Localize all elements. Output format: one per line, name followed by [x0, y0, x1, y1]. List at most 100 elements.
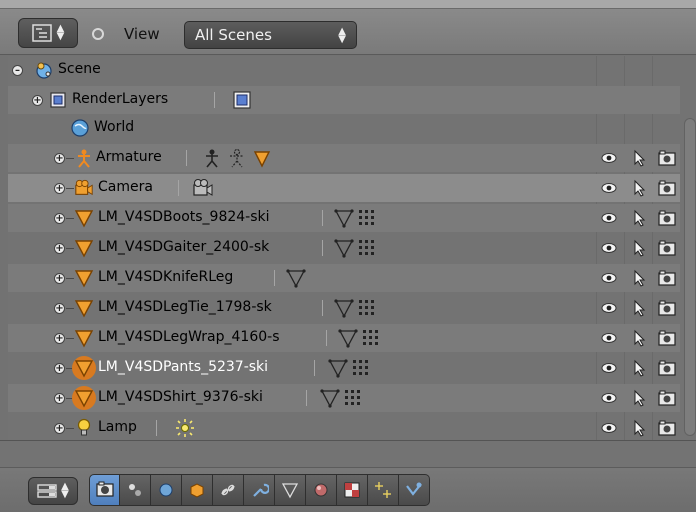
tree-row-renderlayers[interactable]: RenderLayers [8, 86, 680, 114]
visibility-eye-icon[interactable] [600, 149, 618, 167]
render-layers-tab[interactable] [120, 474, 151, 506]
mesh-data-icon[interactable] [286, 268, 306, 288]
child-icons [286, 267, 306, 289]
tree-row-mesh[interactable]: LM_V4SDGaiter_2400-sk [8, 234, 680, 262]
expand-toggle[interactable] [54, 183, 65, 194]
expand-toggle[interactable] [54, 243, 65, 254]
data-tab[interactable] [275, 474, 306, 506]
renderable-camera-icon[interactable] [658, 149, 676, 167]
tree-row-mesh[interactable]: LM_V4SDBoots_9824-ski [8, 204, 680, 232]
vertex-groups-icon[interactable] [362, 328, 382, 348]
mesh-data-icon[interactable] [334, 208, 354, 228]
selectable-arrow-icon[interactable] [630, 359, 648, 377]
tree-row-camera[interactable]: Camera [8, 174, 680, 202]
mesh-data-icon[interactable] [334, 238, 354, 258]
camera-data-icon[interactable] [192, 178, 214, 198]
tree-row-mesh[interactable]: LM_V4SDKnifeRLeg [8, 264, 680, 292]
tree-row-armature[interactable]: Armature [8, 144, 680, 172]
vertex-groups-icon[interactable] [358, 238, 378, 258]
expand-toggle[interactable] [54, 393, 65, 404]
mesh-data-icon[interactable] [320, 388, 340, 408]
mesh-icon[interactable] [252, 148, 272, 168]
render-tab[interactable] [89, 474, 120, 506]
selectable-arrow-icon[interactable] [630, 149, 648, 167]
mesh-icon [74, 270, 94, 288]
renderable-camera-icon[interactable] [658, 419, 676, 437]
selectable-arrow-icon[interactable] [630, 179, 648, 197]
visibility-eye-icon[interactable] [600, 389, 618, 407]
renderable-camera-icon[interactable] [658, 299, 676, 317]
expand-toggle[interactable] [54, 423, 65, 434]
renderable-camera-icon[interactable] [658, 239, 676, 257]
world-tab[interactable] [182, 474, 213, 506]
material-tab[interactable] [306, 474, 337, 506]
selectable-arrow-icon[interactable] [630, 389, 648, 407]
vertex-groups-icon[interactable] [358, 208, 378, 228]
tree-row-world[interactable]: World [8, 114, 680, 142]
renderable-camera-icon[interactable] [658, 209, 676, 227]
renderable-camera-icon[interactable] [658, 389, 676, 407]
tree-row-scene[interactable]: Scene [8, 56, 680, 84]
view-menu[interactable]: View [124, 25, 160, 43]
texture-tab[interactable] [337, 474, 368, 506]
expand-toggle[interactable] [32, 95, 43, 106]
armature-data-icon[interactable] [202, 148, 222, 168]
tree-row-mesh[interactable]: LM_V4SDLegTie_1798-sk [8, 294, 680, 322]
visibility-eye-icon[interactable] [600, 269, 618, 287]
pose-icon[interactable] [226, 148, 248, 168]
separator [326, 330, 327, 346]
particles-tab[interactable] [368, 474, 399, 506]
editor-type-button[interactable]: ▲ ▼ [28, 477, 78, 505]
editor-type-button[interactable]: ▲ ▼ [18, 18, 78, 48]
tree-row-mesh-highlighted[interactable]: LM_V4SDShirt_9376-ski [8, 384, 680, 412]
tree-row-mesh-highlighted[interactable]: LM_V4SDPants_5237-ski [8, 354, 680, 382]
render-layer-icon[interactable] [232, 90, 252, 110]
selectable-arrow-icon[interactable] [630, 329, 648, 347]
lamp-data-icon[interactable] [174, 418, 196, 438]
expand-toggle[interactable] [54, 273, 65, 284]
renderable-camera-icon[interactable] [658, 179, 676, 197]
scene-tab[interactable] [151, 474, 182, 506]
display-mode-dropdown[interactable]: All Scenes ▲ ▼ [184, 21, 357, 49]
vertex-groups-icon[interactable] [344, 388, 364, 408]
renderable-camera-icon[interactable] [658, 359, 676, 377]
tree-item-label: LM_V4SDKnifeRLeg [98, 269, 234, 285]
renderable-camera-icon[interactable] [658, 269, 676, 287]
mesh-data-icon[interactable] [328, 358, 348, 378]
lamp-icon [77, 418, 91, 436]
tree-row-mesh[interactable]: LM_V4SDLegWrap_4160-s [8, 324, 680, 352]
visibility-eye-icon[interactable] [600, 359, 618, 377]
expand-toggle[interactable] [54, 303, 65, 314]
visibility-eye-icon[interactable] [600, 239, 618, 257]
selectable-arrow-icon[interactable] [630, 209, 648, 227]
vertical-scrollbar[interactable] [684, 118, 696, 436]
vertex-groups-icon[interactable] [358, 298, 378, 318]
tree-row-lamp[interactable]: Lamp [8, 414, 680, 442]
particles-icon [375, 482, 391, 498]
modifiers-tab[interactable] [244, 474, 275, 506]
collapse-toggle[interactable] [12, 65, 23, 76]
mesh-data-icon[interactable] [334, 298, 354, 318]
mesh-data-icon[interactable] [338, 328, 358, 348]
mesh-icon [74, 210, 94, 228]
selectable-arrow-icon[interactable] [630, 419, 648, 437]
physics-tab[interactable] [399, 474, 430, 506]
renderable-camera-icon[interactable] [658, 329, 676, 347]
visibility-eye-icon[interactable] [600, 329, 618, 347]
expand-toggle[interactable] [54, 153, 65, 164]
mesh-icon [74, 360, 94, 378]
collapse-menus-icon[interactable] [92, 28, 104, 40]
constraints-tab[interactable] [213, 474, 244, 506]
expand-toggle[interactable] [54, 333, 65, 344]
selectable-arrow-icon[interactable] [630, 299, 648, 317]
visibility-eye-icon[interactable] [600, 209, 618, 227]
expand-toggle[interactable] [54, 213, 65, 224]
visibility-eye-icon[interactable] [600, 299, 618, 317]
visibility-eye-icon[interactable] [600, 179, 618, 197]
selectable-arrow-icon[interactable] [630, 269, 648, 287]
selectable-arrow-icon[interactable] [630, 239, 648, 257]
separator [322, 240, 323, 256]
vertex-groups-icon[interactable] [352, 358, 372, 378]
expand-toggle[interactable] [54, 363, 65, 374]
visibility-eye-icon[interactable] [600, 419, 618, 437]
